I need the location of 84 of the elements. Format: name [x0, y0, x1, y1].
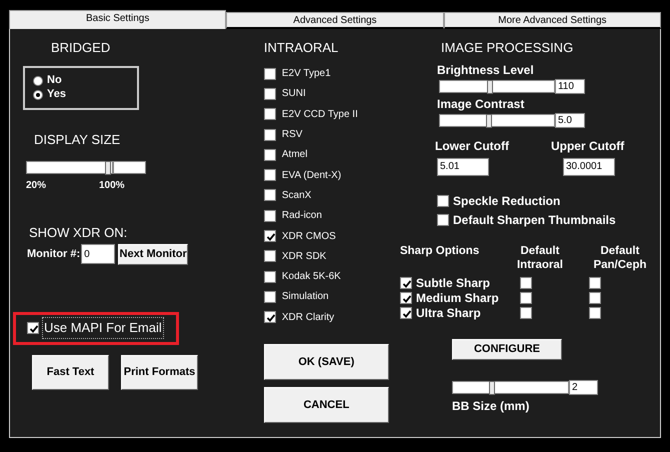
field-label: Upper Cutoff	[550, 138, 624, 154]
radio-label: No	[47, 73, 62, 88]
slider-label: BB Size (mm)	[452, 398, 530, 414]
cutoff-field[interactable]: 30.0001	[562, 158, 615, 176]
checkbox-label: ScanX	[282, 188, 312, 203]
checkbox[interactable]	[264, 311, 276, 324]
configure-button[interactable]: CONFIGURE	[452, 338, 562, 360]
section-title: SHOW XDR ON:	[29, 224, 128, 242]
checkbox[interactable]	[264, 290, 276, 303]
checkbox[interactable]	[264, 169, 276, 182]
checkbox-label: Kodak 5K-6K	[282, 270, 341, 284]
action-button[interactable]: OK (SAVE)	[264, 344, 389, 380]
checkbox[interactable]	[264, 250, 276, 262]
slider-label: Brightness Level	[436, 62, 535, 78]
action-button[interactable]: CANCEL	[264, 387, 389, 424]
slider-thumb[interactable]	[104, 161, 111, 175]
checkbox-label: XDR CMOS	[282, 230, 336, 244]
radio-button[interactable]	[33, 90, 43, 100]
checkbox[interactable]	[400, 277, 412, 289]
value-field[interactable]: 110	[554, 78, 585, 94]
checkbox[interactable]	[264, 108, 276, 120]
range-label: 100%	[99, 179, 125, 193]
tab[interactable]: Advanced Settings	[226, 12, 444, 29]
checkbox-label: Rad-icon	[282, 209, 322, 224]
checkbox-label: Medium Sharp	[416, 290, 499, 307]
checkbox[interactable]	[264, 128, 276, 141]
checkbox-label: Simulation	[282, 290, 329, 304]
slider-thumb[interactable]	[487, 80, 494, 94]
checkbox-label: Atmel	[282, 148, 308, 162]
value-field[interactable]	[113, 161, 146, 174]
field-label: Monitor #:	[27, 246, 80, 262]
checkbox-label: Subtle Sharp	[416, 275, 490, 292]
checkbox[interactable]	[264, 68, 276, 80]
checkbox[interactable]	[400, 292, 412, 304]
checkbox-label: SUNI	[282, 87, 306, 102]
checkbox[interactable]	[436, 195, 449, 207]
checkbox[interactable]	[588, 277, 601, 289]
section-title: INTRAORAL	[264, 39, 340, 57]
checkbox[interactable]	[27, 322, 39, 334]
value-field[interactable]: 5.0	[554, 112, 585, 128]
checkbox[interactable]	[264, 189, 276, 202]
checkbox[interactable]	[588, 307, 601, 319]
checkbox[interactable]	[520, 277, 532, 289]
section-title: DISPLAY SIZE	[34, 130, 122, 148]
checkbox[interactable]	[520, 307, 532, 319]
checkbox[interactable]	[264, 88, 276, 100]
action-button[interactable]: Print Formats	[121, 354, 198, 390]
checkbox-label: E2V Type1	[282, 67, 331, 82]
checkbox[interactable]	[520, 292, 532, 304]
column-header: Sharp Options	[400, 244, 480, 258]
checkbox-label: Speckle Reduction	[452, 193, 560, 210]
radio-label: Yes	[47, 87, 66, 102]
tab[interactable]: More Advanced Settings	[444, 12, 661, 29]
checkbox-label: E2V CCD Type II	[282, 108, 358, 122]
value-field[interactable]: 2	[568, 380, 598, 394]
checkbox-label: XDR SDK	[282, 250, 326, 264]
checkbox-label: XDR Clarity	[282, 310, 334, 325]
cutoff-field[interactable]: 5.01	[436, 158, 489, 176]
slider-label: Image Contrast	[436, 96, 526, 112]
tab[interactable]: Basic Settings	[9, 10, 226, 29]
action-button[interactable]: Fast Text	[32, 354, 109, 390]
column-header: Default Intraoral	[516, 244, 564, 272]
section-title: BRIDGED	[51, 39, 112, 57]
radio-button[interactable]	[33, 76, 43, 86]
checkbox[interactable]	[436, 214, 449, 226]
checkbox[interactable]	[400, 307, 412, 319]
slider-thumb[interactable]	[486, 114, 492, 128]
checkbox[interactable]	[264, 148, 276, 161]
checkbox-label: Use MAPI For Email	[42, 317, 164, 339]
checkbox[interactable]	[264, 230, 276, 242]
range-label: 20%	[26, 179, 48, 193]
checkbox-label: Default Sharpen Thumbnails	[452, 212, 616, 229]
checkbox-label: EVA (Dent-X)	[282, 168, 342, 183]
field-label: Lower Cutoff	[434, 138, 509, 154]
slider-thumb[interactable]	[489, 380, 496, 394]
checkbox[interactable]	[264, 210, 276, 222]
checkbox[interactable]	[588, 292, 601, 304]
next-monitor-button[interactable]: Next Monitor	[118, 244, 188, 264]
checkbox[interactable]	[264, 270, 276, 283]
checkbox-label: RSV	[282, 128, 302, 142]
section-title: IMAGE PROCESSING	[440, 39, 574, 57]
monitor-field[interactable]: 0	[81, 244, 116, 264]
checkbox-label: Ultra Sharp	[416, 305, 481, 322]
column-header: Default Pan/Ceph	[592, 244, 648, 272]
